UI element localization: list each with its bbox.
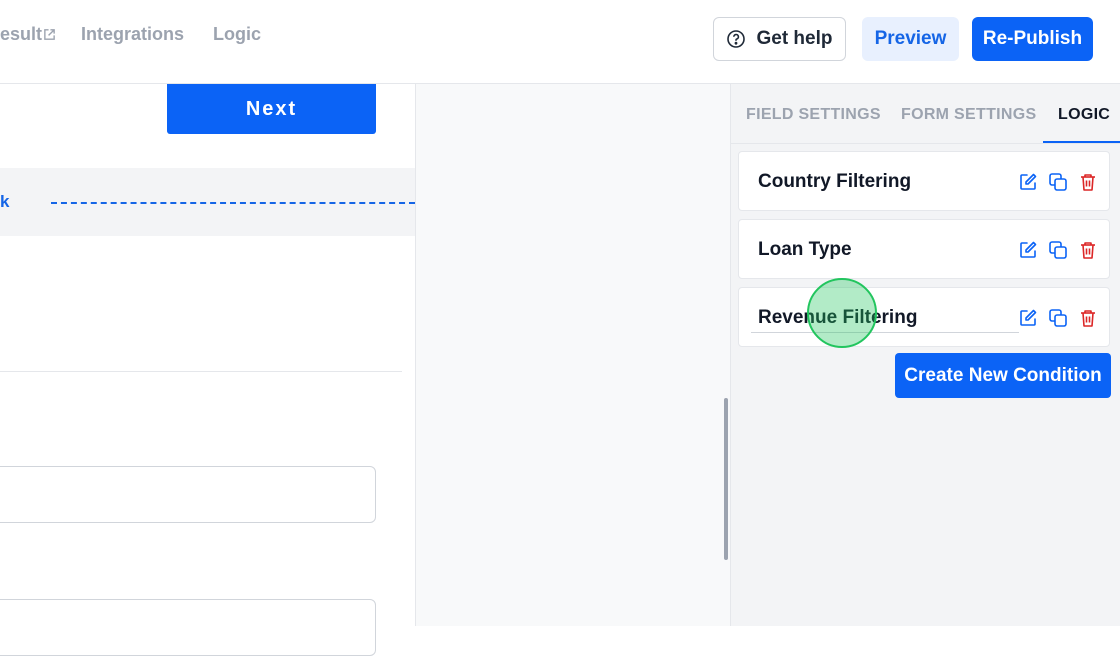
- create-new-condition-button[interactable]: Create New Condition: [895, 353, 1111, 398]
- next-button[interactable]: Next: [167, 84, 376, 134]
- page-break-line: [51, 202, 415, 204]
- edit-icon[interactable]: [1017, 307, 1039, 329]
- condition-item[interactable]: Revenue Filtering: [738, 287, 1110, 347]
- settings-panel: FIELD SETTINGS FORM SETTINGS LOGIC Count…: [730, 84, 1120, 626]
- top-bar: esult Integrations Logic Get help Previe…: [0, 0, 1120, 84]
- help-circle-icon: [726, 29, 746, 49]
- condition-name-input-underline: [751, 332, 1019, 333]
- get-help-label: Get help: [756, 28, 833, 49]
- delete-icon[interactable]: [1077, 307, 1099, 329]
- nav-link-result[interactable]: esult: [0, 24, 56, 46]
- condition-item[interactable]: Country Filtering: [738, 151, 1110, 211]
- form-canvas: Next k: [0, 84, 415, 656]
- edit-icon[interactable]: [1017, 239, 1039, 261]
- duplicate-icon[interactable]: [1047, 239, 1069, 261]
- canvas-gutter: [415, 84, 730, 626]
- republish-button[interactable]: Re-Publish: [972, 17, 1093, 61]
- tab-logic[interactable]: LOGIC: [1058, 106, 1110, 124]
- duplicate-icon[interactable]: [1047, 307, 1069, 329]
- tab-form-settings[interactable]: FORM SETTINGS: [901, 106, 1036, 124]
- text-input-field[interactable]: [0, 466, 376, 523]
- tab-field-settings[interactable]: FIELD SETTINGS: [746, 106, 881, 124]
- delete-icon[interactable]: [1077, 171, 1099, 193]
- text-input-field[interactable]: [0, 599, 376, 656]
- settings-tabs: FIELD SETTINGS FORM SETTINGS LOGIC: [731, 84, 1120, 144]
- nav-link-integrations[interactable]: Integrations: [81, 24, 184, 45]
- preview-button[interactable]: Preview: [862, 17, 959, 61]
- delete-icon[interactable]: [1077, 239, 1099, 261]
- external-link-icon: [43, 25, 56, 46]
- condition-name[interactable]: Revenue Filtering: [758, 307, 917, 329]
- active-tab-indicator: [1043, 141, 1120, 143]
- section-divider: [0, 371, 402, 372]
- condition-name: Country Filtering: [758, 171, 912, 192]
- condition-item[interactable]: Loan Type: [738, 219, 1110, 279]
- page-break[interactable]: k: [0, 168, 415, 236]
- get-help-button[interactable]: Get help: [713, 17, 846, 61]
- page-break-label: k: [0, 192, 10, 211]
- condition-name: Loan Type: [758, 239, 852, 260]
- scrollbar[interactable]: [724, 398, 728, 560]
- nav-link-result-label: esult: [0, 24, 43, 44]
- duplicate-icon[interactable]: [1047, 171, 1069, 193]
- edit-icon[interactable]: [1017, 171, 1039, 193]
- nav-link-logic[interactable]: Logic: [213, 24, 261, 45]
